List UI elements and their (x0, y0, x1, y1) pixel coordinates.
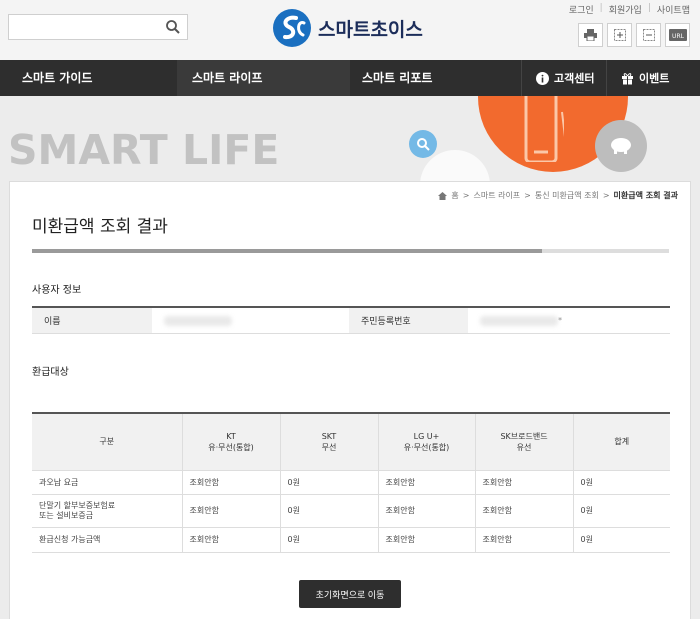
progress-fill (32, 249, 542, 253)
logo-text: 스마트초이스 (318, 18, 423, 41)
chevron-right-icon: > (524, 191, 531, 200)
table-cell: 조회안함 (474, 494, 573, 528)
id-number-suffix: * (558, 316, 562, 325)
name-label: 이름 (32, 308, 152, 333)
url-label: URL (672, 33, 685, 40)
nav-item-smart-life[interactable]: 스마트 라이프 (177, 60, 350, 96)
id-number-label: 주민등록번호 (349, 308, 468, 333)
table-cell: 조회안함 (474, 527, 573, 553)
login-link[interactable]: 로그인 (569, 3, 594, 16)
top-header: 스마트초이스 로그인 | 회원가입 | 사이트맵 URL (0, 0, 700, 60)
url-icon: URL (668, 29, 687, 41)
table-cell: 0원 (279, 494, 378, 528)
column-header-skb: SK브로드밴드 유선 (474, 413, 573, 471)
table-row: 단말기 할부보증보험료 또는 설비보증금 조회안함 0원 조회안함 조회안함 0원 (32, 494, 670, 528)
name-value (152, 308, 349, 333)
refund-table: 구분 KT 유·무선(통합) SKT 무선 LG U+ 유·무선(통합) SK브로드밴… (32, 412, 670, 553)
hero-blue-circle (409, 130, 437, 158)
row-label: 환급신청 가능금액 (32, 527, 182, 553)
customer-center-label: 고객센터 (554, 72, 595, 85)
nav-customer-center[interactable]: 고객센터 (521, 60, 608, 96)
hero-banner: SMART LIFE (0, 96, 700, 186)
magnifier-icon (417, 138, 430, 151)
breadcrumb: 홈 > 스마트 라이프 > 통신 미환급액 조회 > 미환급액 조회 결과 (438, 190, 678, 201)
gift-icon (622, 72, 633, 85)
table-cell: 조회안함 (377, 494, 475, 528)
sitemap-link[interactable]: 사이트맵 (657, 3, 690, 16)
table-row: 과오납 요금 조회안함 0원 조회안함 조회안함 0원 (32, 470, 670, 495)
util-links: 로그인 | 회원가입 | 사이트맵 (569, 3, 690, 16)
table-cell: 조회안함 (377, 470, 475, 495)
refund-section-title: 환급대상 (32, 367, 69, 378)
table-cell: 조회안함 (181, 494, 280, 528)
nav-event[interactable]: 이벤트 (606, 60, 683, 96)
table-cell: 0원 (279, 470, 378, 495)
breadcrumb-home[interactable]: 홈 (451, 190, 458, 201)
column-header-skt: SKT 무선 (279, 413, 378, 471)
chevron-right-icon: > (462, 191, 470, 200)
phone-icon (524, 96, 564, 162)
table-cell: 0원 (279, 527, 378, 553)
table-cell: 0원 (572, 527, 670, 553)
breadcrumb-current: 미환급액 조회 결과 (613, 191, 678, 200)
breadcrumb-smart-life[interactable]: 스마트 라이프 (473, 190, 520, 201)
column-header-lgu: LG U+ 유·무선(통합) (377, 413, 475, 471)
reset-button[interactable]: 초기화면으로 이동 (299, 580, 401, 608)
info-icon (536, 71, 549, 85)
print-button[interactable] (578, 23, 603, 47)
chevron-right-icon: > (602, 191, 610, 200)
user-info-table: 이름 주민등록번호 * (32, 306, 670, 334)
divider: | (599, 3, 603, 13)
signup-link[interactable]: 회원가입 (609, 3, 642, 16)
nav-item-smart-report[interactable]: 스마트 리포트 (362, 60, 432, 96)
home-icon[interactable] (438, 191, 448, 200)
user-section-title: 사용자 정보 (32, 285, 82, 296)
event-label: 이벤트 (639, 72, 670, 85)
search-input[interactable] (9, 15, 159, 39)
zoom-out-button[interactable] (636, 23, 661, 47)
row-label: 과오납 요금 (32, 470, 182, 495)
print-icon (584, 29, 597, 41)
divider: | (647, 3, 651, 13)
table-cell: 조회안함 (474, 470, 573, 495)
zoom-in-icon (613, 29, 626, 41)
breadcrumb-refund-lookup[interactable]: 통신 미환급액 조회 (535, 190, 599, 201)
nav-item-smart-guide[interactable]: 스마트 가이드 (22, 60, 92, 96)
logo-mark-icon (273, 9, 311, 47)
table-cell: 0원 (572, 470, 670, 495)
row-label: 단말기 할부보증보험료 또는 설비보증금 (32, 494, 182, 528)
content-panel: 홈 > 스마트 라이프 > 통신 미환급액 조회 > 미환급액 조회 결과 미환… (9, 181, 691, 619)
table-cell: 조회안함 (181, 527, 280, 553)
id-number-value: * (468, 308, 670, 333)
hero-grey-circle (595, 120, 647, 172)
hero-title: SMART LIFE (8, 126, 280, 174)
column-header-kt: KT 유·무선(통합) (181, 413, 280, 471)
logo[interactable]: 스마트초이스 (272, 8, 423, 48)
table-cell: 0원 (572, 494, 670, 528)
main-nav: 스마트 가이드 스마트 라이프 스마트 리포트 고객센터 이벤트 (0, 60, 700, 96)
table-row: 환급신청 가능금액 조회안함 0원 조회안함 조회안함 0원 (32, 527, 670, 553)
progress-bar (32, 249, 669, 253)
url-button[interactable]: URL (665, 23, 690, 47)
page-title: 미환급액 조회 결과 (32, 217, 168, 237)
search-icon[interactable] (165, 19, 181, 35)
zoom-in-button[interactable] (607, 23, 632, 47)
toolbar: URL (578, 23, 690, 47)
table-header-row: 구분 KT 유·무선(통합) SKT 무선 LG U+ 유·무선(통합) SK브로드밴… (32, 413, 670, 471)
search-box[interactable] (8, 14, 188, 40)
column-header-category: 구분 (32, 413, 182, 471)
zoom-out-icon (642, 29, 655, 41)
table-cell: 조회안함 (181, 470, 280, 495)
table-cell: 조회안함 (377, 527, 475, 553)
column-header-total: 합계 (572, 413, 670, 471)
piggy-bank-icon (611, 138, 631, 154)
